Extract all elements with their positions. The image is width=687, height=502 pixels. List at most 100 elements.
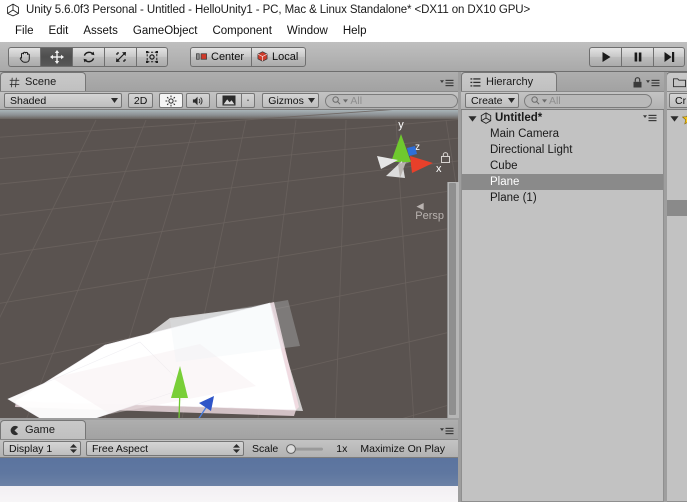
- pivot-buttons-group: Center Local: [190, 46, 307, 67]
- scale-slider[interactable]: [282, 443, 332, 455]
- scroll-thumb[interactable]: [449, 183, 456, 415]
- lock-icon[interactable]: [633, 77, 642, 88]
- panel-menu-icon[interactable]: [440, 426, 454, 436]
- panel-menu-icon[interactable]: [643, 113, 657, 123]
- menu-edit[interactable]: Edit: [42, 23, 77, 39]
- scene-search-input[interactable]: All: [325, 93, 458, 108]
- search-icon: [332, 96, 341, 105]
- game-sky: [0, 458, 458, 486]
- hierarchy-item-main-camera[interactable]: Main Camera: [462, 126, 663, 142]
- hierarchy-scene-row[interactable]: Untitled*: [462, 110, 663, 126]
- step-icon: [664, 51, 675, 62]
- step-button[interactable]: [653, 46, 685, 67]
- hierarchy-item-directional-light[interactable]: Directional Light: [462, 142, 663, 158]
- hierarchy-create-dropdown[interactable]: Create: [465, 93, 519, 108]
- hierarchy-item-label: Cube: [490, 160, 518, 172]
- move-arrows-icon: [49, 49, 64, 64]
- game-pacman-icon: [10, 425, 19, 435]
- lock-icon[interactable]: [441, 152, 450, 163]
- menu-bar: File Edit Assets GameObject Component Wi…: [0, 20, 687, 42]
- rect-tool-button[interactable]: [136, 46, 168, 67]
- scene-audio-toggle[interactable]: [186, 93, 211, 108]
- panel-menu-icon[interactable]: [646, 78, 660, 88]
- scene-3d-content: [0, 110, 458, 418]
- game-display-dropdown[interactable]: Display 1: [3, 441, 81, 456]
- scene-game-splitter[interactable]: [0, 418, 458, 420]
- scene-grid-icon: [9, 77, 20, 87]
- menu-file[interactable]: File: [8, 23, 42, 39]
- pivot-rotation-button[interactable]: Local: [251, 46, 307, 67]
- unity-logo-icon: [7, 3, 19, 17]
- scene-effects-dropdown[interactable]: [242, 93, 256, 108]
- project-favorites-row[interactable]: [667, 110, 687, 126]
- scene-tab-row: Scene: [0, 72, 458, 91]
- rotate-tool-button[interactable]: [72, 46, 104, 67]
- hierarchy-tree[interactable]: Untitled* Main Camera Directional Light …: [461, 110, 664, 502]
- scene-panel: Scene Shaded 2D Gizmos All y z x ◄ Persp: [0, 72, 458, 418]
- scene-toolbar: Shaded 2D Gizmos All: [0, 91, 458, 110]
- speaker-icon: [193, 96, 203, 105]
- updown-arrows-icon: [233, 444, 240, 453]
- draw-mode-dropdown[interactable]: Shaded: [4, 93, 122, 108]
- draw-mode-label: Shaded: [10, 94, 47, 107]
- project-create-dropdown[interactable]: Cr: [669, 93, 687, 108]
- hierarchy-item-plane-1[interactable]: Plane (1): [462, 190, 663, 206]
- hierarchy-search-input[interactable]: All: [524, 93, 652, 108]
- scene-projection-label[interactable]: Persp: [415, 210, 444, 222]
- game-viewport[interactable]: [0, 458, 458, 502]
- game-scale-control[interactable]: Scale 1x: [252, 443, 347, 455]
- tab-game[interactable]: Game: [0, 420, 86, 439]
- editor-workspace: Scene Shaded 2D Gizmos All y z x ◄ Persp…: [0, 72, 687, 502]
- scene-effects-toggle[interactable]: [216, 93, 243, 108]
- pause-icon: [634, 52, 641, 61]
- project-create-label: Cr: [675, 94, 687, 107]
- hierarchy-create-label: Create: [471, 94, 503, 107]
- foldout-open-icon[interactable]: [468, 114, 477, 123]
- scale-tool-button[interactable]: [104, 46, 136, 67]
- hierarchy-scene-name: Untitled*: [495, 112, 543, 124]
- project-asset-row[interactable]: [667, 200, 687, 216]
- tab-hierarchy[interactable]: Hierarchy: [461, 72, 557, 91]
- chevron-down-icon: [542, 98, 547, 103]
- chevron-down-icon: [308, 98, 316, 103]
- hierarchy-item-plane[interactable]: Plane: [462, 174, 663, 190]
- image-effects-icon: [222, 95, 236, 106]
- menu-component[interactable]: Component: [205, 23, 279, 39]
- project-tab-row: [666, 72, 687, 91]
- chevron-down-icon: [247, 99, 250, 102]
- gizmos-dropdown[interactable]: Gizmos: [262, 93, 320, 108]
- menu-help[interactable]: Help: [336, 23, 375, 39]
- play-button[interactable]: [589, 46, 621, 67]
- hierarchy-toolbar: Create All: [461, 91, 664, 110]
- mode-2d-button[interactable]: 2D: [127, 93, 154, 108]
- pivot-mode-button[interactable]: Center: [190, 46, 252, 67]
- project-spacer: [667, 126, 687, 200]
- scene-viewport[interactable]: y z x ◄ Persp: [0, 110, 458, 418]
- game-display-label: Display 1: [9, 442, 53, 455]
- scene-vertical-scrollbar[interactable]: [447, 182, 459, 418]
- tab-scene[interactable]: Scene: [0, 72, 86, 91]
- project-tree[interactable]: [666, 110, 687, 502]
- hierarchy-item-cube[interactable]: Cube: [462, 158, 663, 174]
- panel-menu-icon[interactable]: [440, 78, 454, 88]
- menu-window[interactable]: Window: [280, 23, 336, 39]
- menu-assets[interactable]: Assets: [76, 23, 126, 39]
- hierarchy-project-splitter[interactable]: [664, 72, 667, 502]
- pivot-center-icon: [196, 53, 207, 60]
- unity-scene-icon: [480, 112, 492, 124]
- maximize-on-play-toggle[interactable]: Maximize On Play: [355, 441, 450, 456]
- move-tool-button[interactable]: [40, 46, 72, 67]
- pivot-mode-label: Center: [211, 50, 245, 63]
- rect-transform-icon: [146, 50, 158, 63]
- menu-gameobject[interactable]: GameObject: [126, 23, 206, 39]
- game-aspect-dropdown[interactable]: Free Aspect: [86, 441, 244, 456]
- hand-tool-button[interactable]: [8, 46, 40, 67]
- scene-lighting-toggle[interactable]: [159, 93, 184, 108]
- foldout-open-icon[interactable]: [670, 114, 679, 123]
- tab-project[interactable]: [666, 72, 687, 91]
- pause-button[interactable]: [621, 46, 653, 67]
- scene-tab-icons: [440, 78, 454, 88]
- tab-hierarchy-label: Hierarchy: [486, 76, 534, 88]
- title-bar: Unity 5.6.0f3 Personal - Untitled - Hell…: [0, 0, 687, 20]
- game-scale-value: 1x: [336, 442, 348, 455]
